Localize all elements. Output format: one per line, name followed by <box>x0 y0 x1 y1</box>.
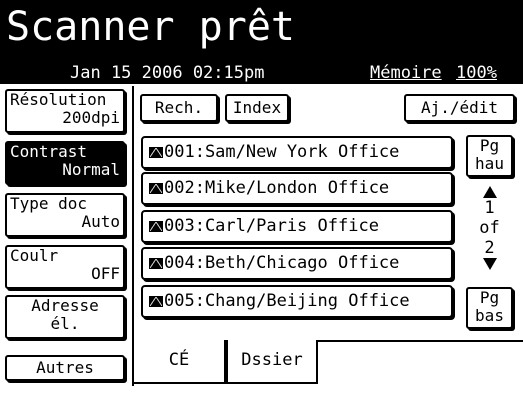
resolution-value: 200dpi <box>62 108 120 127</box>
search-button[interactable]: Rech. <box>140 94 218 122</box>
list-item-label: 003:Carl/Paris Office <box>164 216 379 236</box>
current-page: 1 <box>484 198 495 218</box>
tab-folder[interactable]: Dssier <box>226 340 318 384</box>
page-up-button[interactable]: Pg hau <box>466 135 513 177</box>
total-pages: 2 <box>484 238 495 258</box>
contrast-button[interactable]: Contrast Normal <box>5 141 125 185</box>
date-time: Jan 15 2006 02:15pm <box>70 63 265 83</box>
page-indicator: 1 of 2 <box>466 186 513 270</box>
contrast-label: Contrast <box>10 142 88 161</box>
others-label: Autres <box>36 358 94 377</box>
memory-value: 100% <box>456 63 497 83</box>
envelope-icon <box>149 147 163 158</box>
page-up-line1: Pg <box>479 136 500 155</box>
arrow-down-icon <box>482 258 497 270</box>
list-item-label: 004:Beth/Chicago Office <box>164 253 400 273</box>
list-item[interactable]: 005:Chang/Beijing Office <box>141 285 453 318</box>
address-value: él. <box>50 314 80 333</box>
list-item-label: 001:Sam/New York Office <box>164 142 400 162</box>
list-item[interactable]: 002:Mike/London Office <box>141 172 453 205</box>
memory-label: Mémoire <box>370 63 442 83</box>
page-down-line2: bas <box>475 306 504 325</box>
color-button[interactable]: Coulr OFF <box>5 245 125 289</box>
page-up-line2: hau <box>475 154 504 173</box>
contrast-value: Normal <box>62 160 120 179</box>
list-item[interactable]: 004:Beth/Chicago Office <box>141 247 453 280</box>
envelope-icon <box>149 183 163 194</box>
envelope-icon <box>149 221 163 232</box>
list-item-label: 005:Chang/Beijing Office <box>164 291 410 311</box>
doc-type-button[interactable]: Type doc Auto <box>5 193 125 237</box>
status-line: Jan 15 2006 02:15pm Mémoire 100% <box>0 62 523 84</box>
list-item[interactable]: 003:Carl/Paris Office <box>141 210 453 243</box>
list-item[interactable]: 001:Sam/New York Office <box>141 136 453 169</box>
address-button[interactable]: Adresse él. <box>5 295 125 339</box>
color-value: OFF <box>91 264 120 283</box>
page-down-button[interactable]: Pg bas <box>466 287 513 329</box>
scanner-screen: Scanner prêt Jan 15 2006 02:15pm Mémoire… <box>0 0 523 393</box>
resolution-button[interactable]: Résolution 200dpi <box>5 89 125 133</box>
page-down-line1: Pg <box>479 288 500 307</box>
resolution-label: Résolution <box>10 90 107 109</box>
arrow-up-icon <box>482 186 497 198</box>
doc-type-value: Auto <box>81 212 120 231</box>
page-title: Scanner prêt <box>6 4 295 50</box>
others-button[interactable]: Autres <box>5 355 125 381</box>
address-label: Adresse <box>31 296 99 315</box>
color-label: Coulr <box>10 246 59 265</box>
page-of-label: of <box>479 218 500 238</box>
tab-ce[interactable]: CÉ <box>134 340 226 384</box>
header-bar: Scanner prêt Jan 15 2006 02:15pm Mémoire… <box>0 0 523 84</box>
envelope-icon <box>149 296 163 307</box>
list-item-label: 002:Mike/London Office <box>164 178 390 198</box>
doc-type-label: Type doc <box>10 194 88 213</box>
add-edit-button[interactable]: Aj./édit <box>404 94 515 122</box>
index-button[interactable]: Index <box>225 94 289 122</box>
envelope-icon <box>149 258 163 269</box>
